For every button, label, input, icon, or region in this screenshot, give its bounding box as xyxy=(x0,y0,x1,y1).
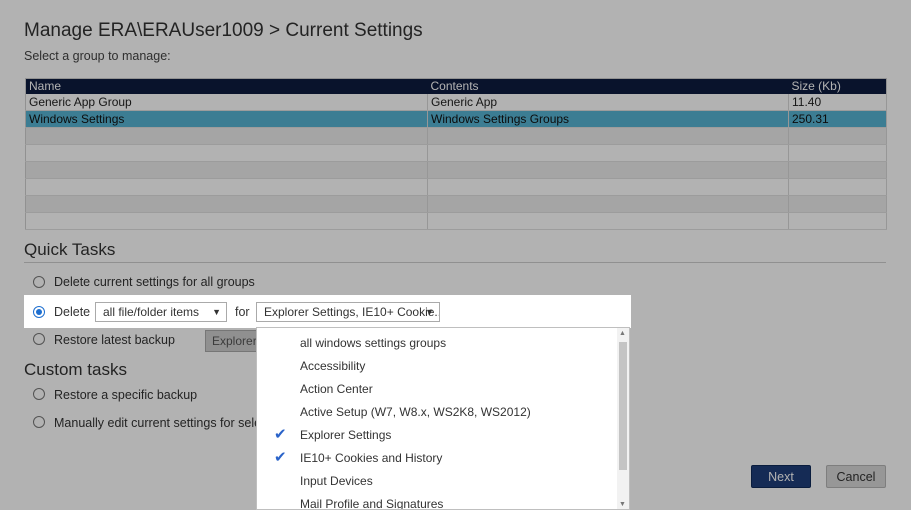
manual-edit-radio[interactable] xyxy=(33,416,45,428)
empty-row xyxy=(25,212,887,230)
scroll-up-icon[interactable]: ▲ xyxy=(619,330,626,337)
page-title: Manage ERA\ERAUser1009 > Current Setting… xyxy=(24,20,423,41)
empty-row xyxy=(25,161,887,179)
for-label: for xyxy=(235,305,250,319)
table-header-row: Name Contents Size (Kb) xyxy=(25,78,887,94)
restore-specific-label[interactable]: Restore a specific backup xyxy=(54,388,197,402)
empty-row xyxy=(25,127,887,145)
check-icon: ✔ xyxy=(274,449,287,466)
page-subtitle: Select a group to manage: xyxy=(24,49,171,63)
cell-contents: Windows Settings Groups xyxy=(427,110,789,128)
chevron-down-icon: ▼ xyxy=(425,307,434,317)
dropdown-item[interactable]: Action Center xyxy=(257,377,617,400)
dropdown-item[interactable]: Accessibility xyxy=(257,354,617,377)
column-header-size[interactable]: Size (Kb) xyxy=(788,78,887,94)
dropdown-item-checked[interactable]: ✔ IE10+ Cookies and History xyxy=(257,446,617,469)
dropdown-item[interactable]: Input Devices xyxy=(257,469,617,492)
cancel-button[interactable]: Cancel xyxy=(826,465,886,488)
column-header-contents[interactable]: Contents xyxy=(427,78,789,94)
column-header-name[interactable]: Name xyxy=(25,78,428,94)
dropdown-item[interactable]: Active Setup (W7, W8.x, WS2K8, WS2012) xyxy=(257,400,617,423)
dropdown-item[interactable]: Mail Profile and Signatures xyxy=(257,492,617,509)
delete-task-row: Delete all file/folder items ▼ for Explo… xyxy=(24,295,631,328)
chevron-down-icon: ▼ xyxy=(212,307,221,317)
check-icon: ✔ xyxy=(274,426,287,443)
next-button[interactable]: Next xyxy=(751,465,811,488)
items-select-value: all file/folder items xyxy=(103,305,200,319)
empty-row xyxy=(25,144,887,162)
restore-latest-radio[interactable] xyxy=(33,333,45,345)
divider xyxy=(24,262,886,263)
groups-dropdown-list[interactable]: all windows settings groups Accessibilit… xyxy=(256,327,630,510)
table-row-selected[interactable]: Windows Settings Windows Settings Groups… xyxy=(25,110,887,128)
groups-select-value: Explorer Settings, IE10+ Cookie... xyxy=(264,305,440,319)
restore-latest-label[interactable]: Restore latest backup xyxy=(54,333,175,347)
scrollbar-thumb[interactable] xyxy=(619,342,627,470)
groups-select[interactable]: Explorer Settings, IE10+ Cookie... ▼ xyxy=(256,302,440,322)
cell-size: 250.31 xyxy=(788,110,887,128)
delete-radio[interactable] xyxy=(33,306,45,318)
cell-size: 11.40 xyxy=(788,94,887,111)
dropdown-item-checked[interactable]: ✔ Explorer Settings xyxy=(257,423,617,446)
empty-row xyxy=(25,178,887,196)
groups-table: Name Contents Size (Kb) Generic App Grou… xyxy=(25,78,887,230)
restore-specific-radio[interactable] xyxy=(33,388,45,400)
cell-name: Generic App Group xyxy=(25,94,428,111)
delete-all-label[interactable]: Delete current settings for all groups xyxy=(54,275,255,289)
quick-tasks-heading: Quick Tasks xyxy=(24,240,116,259)
dropdown-item[interactable]: all windows settings groups xyxy=(257,331,617,354)
custom-tasks-heading: Custom tasks xyxy=(24,360,127,379)
items-select[interactable]: all file/folder items ▼ xyxy=(95,302,227,322)
empty-row xyxy=(25,195,887,213)
scroll-down-icon[interactable]: ▼ xyxy=(619,501,626,508)
delete-all-radio[interactable] xyxy=(33,276,45,288)
table-row[interactable]: Generic App Group Generic App 11.40 xyxy=(25,94,887,111)
delete-label[interactable]: Delete xyxy=(54,305,90,319)
cell-name: Windows Settings xyxy=(25,110,428,128)
dropdown-scrollbar[interactable]: ▲ ▼ xyxy=(617,328,629,509)
manual-edit-label[interactable]: Manually edit current settings for selec… xyxy=(54,416,278,430)
cell-contents: Generic App xyxy=(427,94,789,111)
